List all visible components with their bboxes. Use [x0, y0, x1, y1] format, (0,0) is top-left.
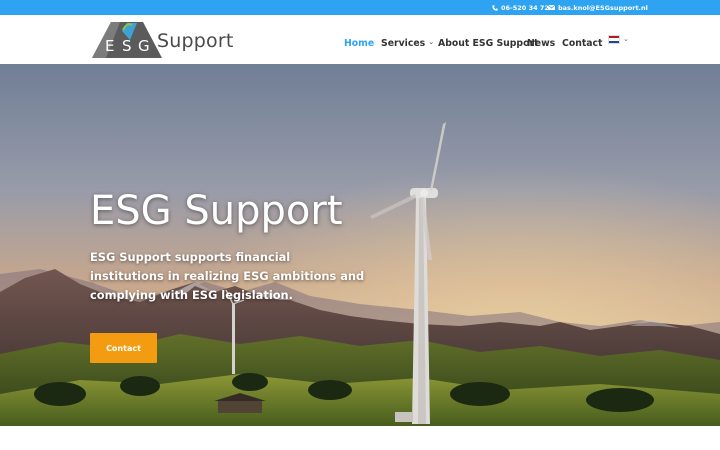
- phone-link[interactable]: 06-520 34 724: [492, 3, 553, 12]
- contact-button[interactable]: Contact: [90, 333, 157, 363]
- top-bar: 06-520 34 724 bas.knol@ESGsupport.nl: [0, 0, 720, 15]
- nav-home-label: Home: [344, 37, 375, 49]
- email-address: bas.knol@ESGsupport.nl: [558, 3, 648, 12]
- nav-item-services[interactable]: Services ⌄: [381, 37, 434, 49]
- site-header: E S G Support Home Services ⌄ About ESG …: [0, 15, 720, 64]
- chevron-down-icon: ⌄: [623, 34, 629, 43]
- hero-background-image: [0, 64, 720, 426]
- logo-letter-g: G: [138, 37, 150, 55]
- nav-item-news[interactable]: News: [527, 37, 555, 49]
- phone-number: 06-520 34 724: [501, 3, 554, 12]
- phone-icon: [492, 4, 498, 11]
- hero-description: ESG Support supports financial instituti…: [90, 250, 365, 302]
- nav-contact-label: Contact: [562, 37, 603, 49]
- logo-mark: E S G: [92, 22, 162, 58]
- logo-letter-e: E: [105, 37, 114, 55]
- email-link[interactable]: bas.knol@ESGsupport.nl: [548, 3, 648, 12]
- nav-services-label: Services: [381, 37, 426, 49]
- logo-text[interactable]: Support: [157, 30, 234, 52]
- hero-title: ESG Support: [90, 188, 343, 234]
- chevron-down-icon: ⌄: [428, 38, 435, 46]
- logo-letter-s: S: [122, 37, 132, 55]
- dutch-flag-icon: [608, 35, 620, 44]
- nav-item-home[interactable]: Home: [344, 37, 374, 49]
- nav-item-about[interactable]: About ESG Support: [438, 37, 539, 49]
- language-switcher[interactable]: ⌄: [608, 35, 629, 44]
- nav-news-label: News: [527, 37, 556, 49]
- envelope-icon: [548, 5, 555, 10]
- hero-section: ESG Support ESG Support supports financi…: [0, 64, 720, 426]
- nav-about-label: About ESG Support: [438, 37, 539, 49]
- nav-item-contact[interactable]: Contact: [562, 37, 603, 49]
